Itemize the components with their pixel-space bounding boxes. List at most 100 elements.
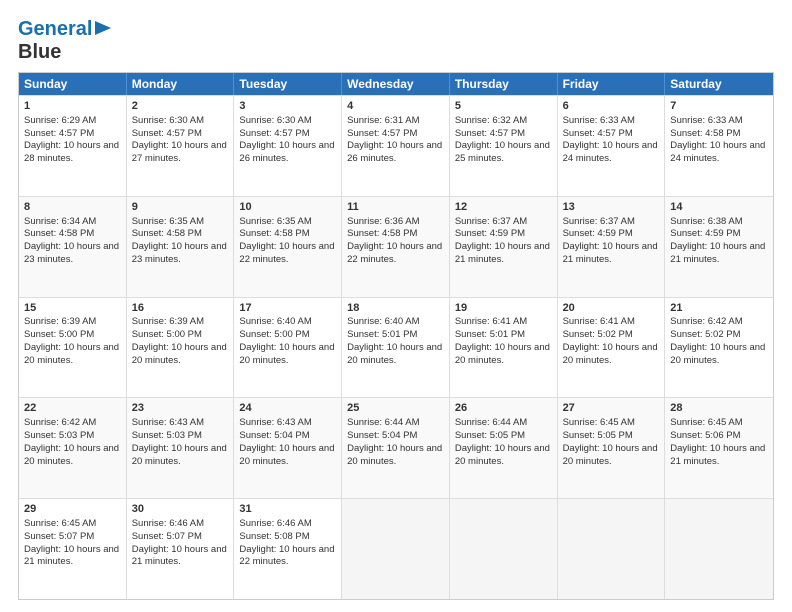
sunrise-label: Sunrise: 6:42 AM	[24, 417, 96, 428]
sunrise-label: Sunrise: 6:43 AM	[132, 417, 204, 428]
calendar-cell: 19Sunrise: 6:41 AMSunset: 5:01 PMDayligh…	[450, 298, 558, 398]
calendar: SundayMondayTuesdayWednesdayThursdayFrid…	[18, 72, 774, 600]
logo-arrow-icon	[95, 21, 111, 40]
day-number: 23	[132, 401, 229, 416]
calendar-cell: 29Sunrise: 6:45 AM Sunset: 5:07 PM Dayligh…	[19, 499, 127, 599]
sunrise-label: Sunrise: 6:42 AM	[670, 316, 742, 327]
daylight-label: Daylight: 10 hours and 21 minutes.	[24, 544, 119, 568]
day-number: 10	[239, 200, 336, 215]
calendar-cell	[450, 499, 558, 599]
day-number: 24	[239, 401, 336, 416]
sunset-label: Sunset: 5:01 PM	[347, 329, 417, 340]
daylight-label: Daylight: 10 hours and 21 minutes.	[670, 443, 765, 467]
sunrise-label: Sunrise: 6:40 AM	[347, 316, 419, 327]
sunrise-label: Sunrise: 6:46 AM	[132, 518, 204, 529]
sunrise-label: Sunrise: 6:41 AM	[455, 316, 527, 327]
calendar-cell: 1Sunrise: 6:29 AMSunset: 4:57 PMDaylight…	[19, 96, 127, 196]
sunrise-label: Sunrise: 6:40 AM	[239, 316, 311, 327]
sunrise-label: Sunrise: 6:30 AM	[132, 115, 204, 126]
day-number: 15	[24, 301, 121, 316]
calendar-header-cell: Wednesday	[342, 73, 450, 95]
calendar-cell: 18Sunrise: 6:40 AMSunset: 5:01 PMDayligh…	[342, 298, 450, 398]
calendar-header: SundayMondayTuesdayWednesdayThursdayFrid…	[19, 73, 773, 95]
page: General Blue SundayMondayTuesdayWednesda…	[0, 0, 792, 612]
sunset-label: Sunset: 5:07 PM	[24, 531, 94, 542]
day-number: 30	[132, 502, 229, 517]
sunset-label: Sunset: 4:57 PM	[455, 128, 525, 139]
day-number: 3	[239, 99, 336, 114]
calendar-header-cell: Sunday	[19, 73, 127, 95]
sunrise-label: Sunrise: 6:35 AM	[132, 216, 204, 227]
sunrise-label: Sunrise: 6:46 AM	[239, 518, 311, 529]
sunset-label: Sunset: 5:00 PM	[132, 329, 202, 340]
day-number: 19	[455, 301, 552, 316]
day-number: 5	[455, 99, 552, 114]
daylight-label: Daylight: 10 hours and 21 minutes.	[563, 241, 658, 265]
calendar-row: 29Sunrise: 6:45 AM Sunset: 5:07 PM Dayligh…	[19, 498, 773, 599]
calendar-cell: 8Sunrise: 6:34 AMSunset: 4:58 PMDaylight…	[19, 197, 127, 297]
calendar-cell: 23Sunrise: 6:43 AMSunset: 5:03 PMDayligh…	[127, 398, 235, 498]
day-number: 1	[24, 99, 121, 114]
calendar-cell: 26Sunrise: 6:44 AMSunset: 5:05 PMDayligh…	[450, 398, 558, 498]
daylight-label: Daylight: 10 hours and 20 minutes.	[347, 443, 442, 467]
calendar-cell: 28Sunrise: 6:45 AMSunset: 5:06 PMDayligh…	[665, 398, 773, 498]
sunrise-label: Sunrise: 6:44 AM	[455, 417, 527, 428]
sunset-label: Sunset: 5:00 PM	[239, 329, 309, 340]
sunrise-label: Sunrise: 6:45 AM	[563, 417, 635, 428]
sunrise-label: Sunrise: 6:45 AM	[24, 518, 96, 529]
calendar-row: 15Sunrise: 6:39 AMSunset: 5:00 PMDayligh…	[19, 297, 773, 398]
daylight-label: Daylight: 10 hours and 26 minutes.	[239, 140, 334, 164]
day-number: 26	[455, 401, 552, 416]
sunset-label: Sunset: 4:58 PM	[132, 228, 202, 239]
day-number: 29	[24, 502, 121, 517]
sunset-label: Sunset: 4:57 PM	[239, 128, 309, 139]
sunrise-label: Sunrise: 6:38 AM	[670, 216, 742, 227]
calendar-cell: 30Sunrise: 6:46 AMSunset: 5:07 PMDayligh…	[127, 499, 235, 599]
daylight-label: Daylight: 10 hours and 23 minutes.	[24, 241, 119, 265]
sunset-label: Sunset: 5:06 PM	[670, 430, 740, 441]
day-number: 25	[347, 401, 444, 416]
sunset-label: Sunset: 5:05 PM	[563, 430, 633, 441]
calendar-cell: 22Sunrise: 6:42 AMSunset: 5:03 PMDayligh…	[19, 398, 127, 498]
sunset-label: Sunset: 4:57 PM	[132, 128, 202, 139]
sunrise-label: Sunrise: 6:29 AM	[24, 115, 96, 126]
sunset-label: Sunset: 4:58 PM	[239, 228, 309, 239]
day-number: 21	[670, 301, 768, 316]
daylight-label: Daylight: 10 hours and 28 minutes.	[24, 140, 119, 164]
daylight-label: Daylight: 10 hours and 22 minutes.	[347, 241, 442, 265]
calendar-cell: 20Sunrise: 6:41 AMSunset: 5:02 PMDayligh…	[558, 298, 666, 398]
sunset-label: Sunset: 5:04 PM	[347, 430, 417, 441]
calendar-row: 8Sunrise: 6:34 AMSunset: 4:58 PMDaylight…	[19, 196, 773, 297]
calendar-cell: 21Sunrise: 6:42 AMSunset: 5:02 PMDayligh…	[665, 298, 773, 398]
daylight-label: Daylight: 10 hours and 26 minutes.	[347, 140, 442, 164]
logo-subtext: Blue	[18, 41, 61, 63]
daylight-label: Daylight: 10 hours and 21 minutes.	[132, 544, 227, 568]
day-number: 17	[239, 301, 336, 316]
daylight-label: Daylight: 10 hours and 24 minutes.	[563, 140, 658, 164]
daylight-label: Daylight: 10 hours and 22 minutes.	[239, 241, 334, 265]
sunset-label: Sunset: 5:08 PM	[239, 531, 309, 542]
calendar-cell: 2Sunrise: 6:30 AMSunset: 4:57 PMDaylight…	[127, 96, 235, 196]
calendar-header-cell: Tuesday	[234, 73, 342, 95]
calendar-header-cell: Saturday	[665, 73, 773, 95]
sunset-label: Sunset: 5:03 PM	[24, 430, 94, 441]
calendar-cell: 16Sunrise: 6:39 AMSunset: 5:00 PMDayligh…	[127, 298, 235, 398]
day-number: 18	[347, 301, 444, 316]
day-number: 12	[455, 200, 552, 215]
daylight-label: Daylight: 10 hours and 23 minutes.	[132, 241, 227, 265]
day-number: 7	[670, 99, 768, 114]
calendar-cell: 12Sunrise: 6:37 AMSunset: 4:59 PMDayligh…	[450, 197, 558, 297]
day-number: 16	[132, 301, 229, 316]
day-number: 8	[24, 200, 121, 215]
sunset-label: Sunset: 5:05 PM	[455, 430, 525, 441]
calendar-header-cell: Friday	[558, 73, 666, 95]
calendar-cell: 31Sunrise: 6:46 AMSunset: 5:08 PMDayligh…	[234, 499, 342, 599]
sunset-label: Sunset: 5:02 PM	[670, 329, 740, 340]
calendar-cell: 24Sunrise: 6:43 AMSunset: 5:04 PMDayligh…	[234, 398, 342, 498]
sunset-label: Sunset: 4:58 PM	[670, 128, 740, 139]
calendar-cell: 27Sunrise: 6:45 AMSunset: 5:05 PMDayligh…	[558, 398, 666, 498]
sunset-label: Sunset: 4:57 PM	[563, 128, 633, 139]
sunset-label: Sunset: 4:59 PM	[455, 228, 525, 239]
daylight-label: Daylight: 10 hours and 20 minutes.	[455, 342, 550, 366]
sunset-label: Sunset: 4:59 PM	[670, 228, 740, 239]
